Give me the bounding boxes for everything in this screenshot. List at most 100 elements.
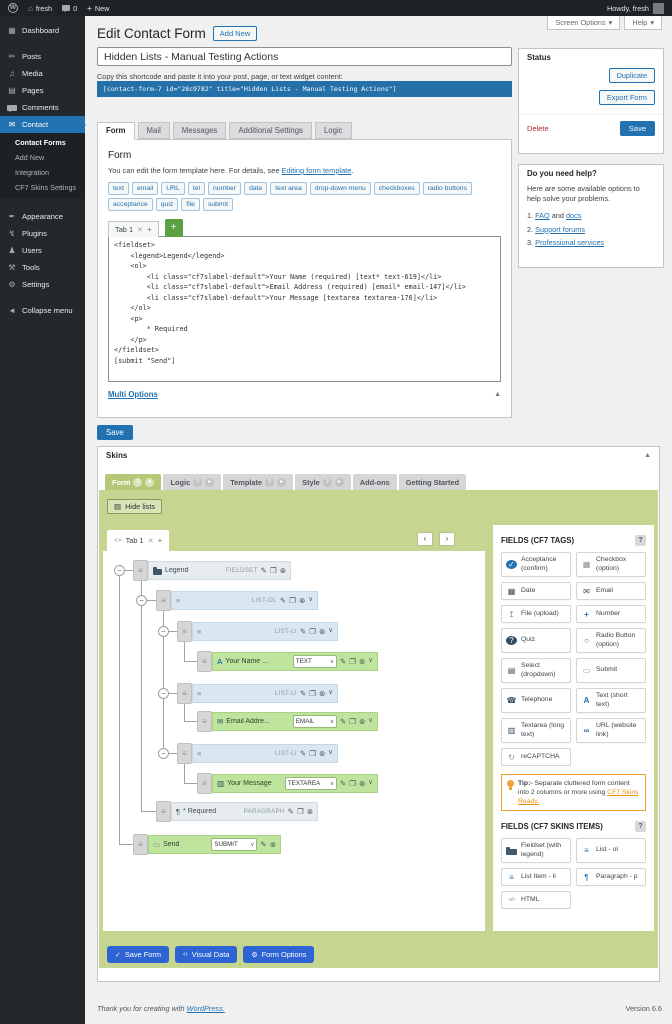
collapse-toggle[interactable]: − <box>158 748 169 759</box>
wordpress-link[interactable]: WordPress. <box>187 1004 225 1013</box>
field-submit[interactable]: ▭Submit <box>576 658 646 683</box>
tree-node-list-li-2[interactable]: ≡LIST-LI✎❐⊗∨ <box>192 684 338 703</box>
node-chevron-icon[interactable]: ∨ <box>368 780 373 787</box>
node-edit-icon[interactable]: ✎ <box>288 808 294 816</box>
node-copy-icon[interactable]: ❐ <box>289 597 296 605</box>
tag-button-tel[interactable]: tel <box>188 182 205 195</box>
node-copy-icon[interactable]: ❐ <box>270 567 277 575</box>
node-delete-icon[interactable]: ⊗ <box>280 567 286 575</box>
node-edit-icon[interactable]: ✎ <box>340 658 346 666</box>
tree-node-list-li-3[interactable]: ≡LIST-LI✎❐⊗∨ <box>192 744 338 763</box>
node-chevron-icon[interactable]: ∨ <box>328 690 333 697</box>
button-form-options[interactable]: ⚙Form Options <box>243 946 314 963</box>
video-badge-icon[interactable]: ▸ <box>145 478 154 487</box>
shortcode-value[interactable]: [contact-form-7 id="28c9782" title="Hidd… <box>97 81 512 97</box>
field-select-dropdown[interactable]: ▤Select (dropdown) <box>501 658 571 683</box>
field-quiz[interactable]: ?Quiz <box>501 628 571 653</box>
drag-handle[interactable]: ≡ <box>197 773 212 794</box>
add-tab-icon[interactable]: + <box>158 536 163 545</box>
field-date[interactable]: ▦Date <box>501 582 571 600</box>
skins-tab-1[interactable]: <> Tab 1 ✕ + <box>107 530 169 551</box>
delete-link[interactable]: Delete <box>527 124 549 133</box>
hide-lists-button[interactable]: ▤ Hide lists <box>107 499 162 514</box>
drag-handle[interactable]: ≡ <box>133 834 148 855</box>
drag-handle[interactable]: ≡ <box>197 711 212 732</box>
tree-node-list-ol[interactable]: ≡LIST-OL✎❐⊗∨ <box>171 591 318 610</box>
submenu-item-integration[interactable]: Integration <box>0 165 85 180</box>
tab-1[interactable]: Tab 1 ✕ + <box>108 221 159 237</box>
skins-tab-template[interactable]: Template?▸ <box>223 474 293 490</box>
multi-options-link[interactable]: Multi Options <box>108 390 158 399</box>
node-chevron-icon[interactable]: ∨ <box>368 718 373 725</box>
sidebar-item-comments[interactable]: Comments <box>0 99 85 116</box>
tag-button-email[interactable]: email <box>132 182 158 195</box>
field-email[interactable]: ✉Email <box>576 582 646 600</box>
tag-button-date[interactable]: date <box>244 182 267 195</box>
drag-handle[interactable]: ≡ <box>177 743 192 764</box>
help-link[interactable]: FAQ <box>535 211 550 220</box>
form-template-textarea[interactable]: <fieldset> <legend>Legend</legend> <ol> … <box>108 236 501 382</box>
question-badge-icon[interactable]: ? <box>133 478 142 487</box>
sidebar-item-tools[interactable]: ⚒Tools <box>0 259 85 276</box>
tree-node-submit[interactable]: ▭SendSUBMIT∨✎⊗ <box>148 835 281 854</box>
sidebar-item-plugins[interactable]: ↯Plugins <box>0 225 85 242</box>
node-delete-icon[interactable]: ⊗ <box>270 841 276 849</box>
node-copy-icon[interactable]: ❐ <box>309 750 316 758</box>
field-number[interactable]: +Number <box>576 605 646 623</box>
sidebar-item-settings[interactable]: ⚙Settings <box>0 276 85 293</box>
node-delete-icon[interactable]: ⊗ <box>319 750 325 758</box>
node-delete-icon[interactable]: ⊗ <box>319 690 325 698</box>
help-button[interactable]: Help ▾ <box>624 16 662 30</box>
new-content-menu[interactable]: + New <box>87 4 109 13</box>
skins-tab-getting-started[interactable]: Getting Started <box>399 474 466 490</box>
sidebar-item-posts[interactable]: ✏Posts <box>0 48 85 65</box>
close-tab-icon[interactable]: ✕ <box>148 537 154 545</box>
skins-item-paragraph-p[interactable]: ¶Paragraph - p <box>576 868 646 886</box>
node-chevron-icon[interactable]: ∨ <box>328 750 333 757</box>
skins-tab-add-ons[interactable]: Add-ons <box>353 474 397 490</box>
node-edit-icon[interactable]: ✎ <box>300 750 306 758</box>
add-tab-button[interactable]: + <box>165 219 183 237</box>
video-badge-icon[interactable]: ▸ <box>205 478 214 487</box>
export-form-button[interactable]: Export Form <box>599 90 655 105</box>
tag-button-radio-buttons[interactable]: radio buttons <box>423 182 472 195</box>
node-edit-icon[interactable]: ✎ <box>260 841 266 849</box>
help-link[interactable]: Support forums <box>535 225 585 234</box>
question-badge-icon[interactable]: ? <box>193 478 202 487</box>
node-delete-icon[interactable]: ⊗ <box>299 597 305 605</box>
tag-button-text[interactable]: text <box>108 182 129 195</box>
sidebar-item-contact[interactable]: ✉Contact <box>0 116 85 133</box>
tag-button-drop-down-menu[interactable]: drop-down menu <box>310 182 371 195</box>
sidebar-item-collapse-menu[interactable]: ◄Collapse menu <box>0 302 85 319</box>
site-menu[interactable]: ⌂ fresh <box>28 4 52 13</box>
drag-handle[interactable]: ≡ <box>133 560 148 581</box>
tree-node-list-li-1[interactable]: ≡LIST-LI✎❐⊗∨ <box>192 622 338 641</box>
screen-options-button[interactable]: Screen Options ▾ <box>547 16 620 30</box>
node-edit-icon[interactable]: ✎ <box>340 718 346 726</box>
tag-button-checkboxes[interactable]: checkboxes <box>374 182 420 195</box>
node-delete-icon[interactable]: ⊗ <box>307 808 313 816</box>
skins-item-list-item-li[interactable]: ≡List Item - li <box>501 868 571 886</box>
field-radio-button-option[interactable]: ○Radio Button (option) <box>576 628 646 653</box>
type-select[interactable]: SUBMIT∨ <box>211 838 257 851</box>
field-telephone[interactable]: ☎Telephone <box>501 688 571 713</box>
tag-button-number[interactable]: number <box>208 182 241 195</box>
collapse-toggle[interactable]: − <box>158 626 169 637</box>
tab-additional-settings[interactable]: Additional Settings <box>229 122 312 139</box>
tag-button-url[interactable]: URL <box>161 182 185 195</box>
collapse-toggle[interactable]: − <box>158 688 169 699</box>
drag-handle[interactable]: ≡ <box>177 621 192 642</box>
tree-node-field-email[interactable]: ✉Email Addre...EMAIL∨✎❐⊗∨ <box>212 712 378 731</box>
node-delete-icon[interactable]: ⊗ <box>359 780 365 788</box>
close-tab-icon[interactable]: ✕ <box>137 226 143 234</box>
tag-button-quiz[interactable]: quiz <box>156 198 178 211</box>
skins-tab-style[interactable]: Style?▸ <box>295 474 351 490</box>
sidebar-item-dashboard[interactable]: ▦Dashboard <box>0 22 85 39</box>
tree-node-field-textarea[interactable]: ▥Your MessageTEXTAREA∨✎❐⊗∨ <box>212 774 378 793</box>
skins-item-list-ol[interactable]: ≡List - ol <box>576 838 646 863</box>
skins-item-fieldset-with-legend[interactable]: Fieldset (with legend) <box>501 838 571 863</box>
node-edit-icon[interactable]: ✎ <box>280 597 286 605</box>
editing-form-template-link[interactable]: Editing form template <box>282 166 352 175</box>
help-link[interactable]: docs <box>566 211 581 220</box>
field-textarea-long-text[interactable]: ▥Textarea (long text) <box>501 718 571 743</box>
